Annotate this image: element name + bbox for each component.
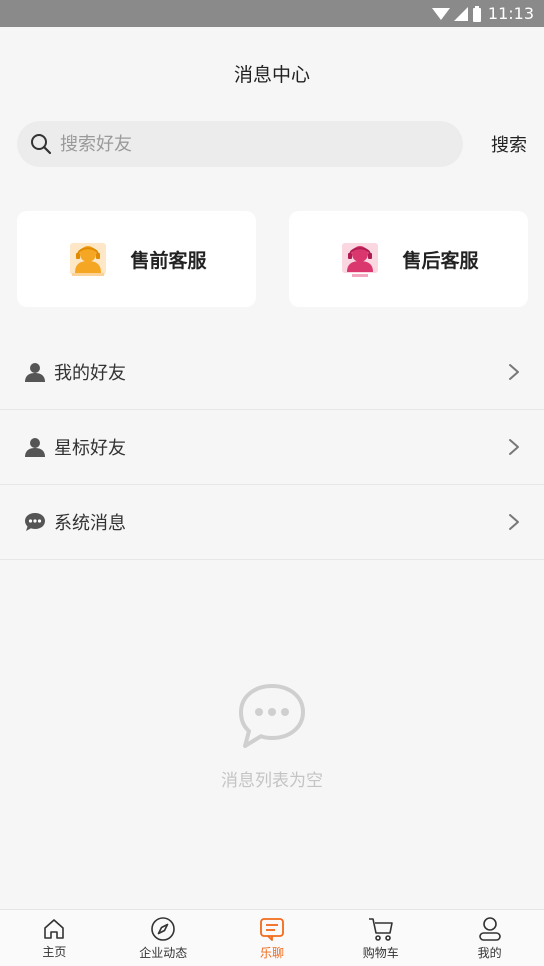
menu-item-system-messages[interactable]: 系统消息 <box>0 485 544 560</box>
search-button[interactable]: 搜索 <box>491 131 527 157</box>
bottom-tab-bar: 主页 企业动态 乐聊 购物车 我的 <box>0 909 544 966</box>
menu-item-my-friends[interactable]: 我的好友 <box>0 335 544 410</box>
tab-label: 企业动态 <box>139 945 188 960</box>
message-icon <box>260 917 284 941</box>
person-icon <box>24 361 46 383</box>
home-icon <box>44 918 65 939</box>
search-input[interactable] <box>60 133 440 155</box>
status-time: 11:13 <box>487 4 534 23</box>
pre-sales-service-label: 售前客服 <box>130 249 207 272</box>
service-cards: 售前客服 售后客服 <box>17 211 528 307</box>
header: 消息中心 <box>0 27 544 119</box>
page-title: 消息中心 <box>233 63 310 86</box>
after-sales-service-card[interactable]: 售后客服 <box>289 211 528 307</box>
battery-icon <box>472 5 481 22</box>
cart-icon <box>368 917 393 941</box>
tab-label: 我的 <box>477 945 502 960</box>
search-row: 搜索 <box>17 121 527 167</box>
search-icon <box>31 134 52 155</box>
menu-item-label: 星标好友 <box>54 438 126 459</box>
status-icons <box>431 5 482 22</box>
chat-bubble-icon <box>24 511 46 533</box>
wifi-icon <box>431 7 450 20</box>
chevron-right-icon <box>509 364 519 380</box>
menu-item-label: 系统消息 <box>54 513 126 534</box>
tab-cart[interactable]: 购物车 <box>326 910 435 966</box>
menu-item-starred-friends[interactable]: 星标好友 <box>0 410 544 485</box>
after-sales-service-label: 售后客服 <box>402 249 479 272</box>
tab-enterprise-news[interactable]: 企业动态 <box>109 910 218 966</box>
customer-service-pink-icon <box>342 243 379 277</box>
person-icon <box>24 436 46 458</box>
tab-home[interactable]: 主页 <box>0 910 109 966</box>
menu-item-label: 我的好友 <box>54 363 126 384</box>
empty-state: 消息列表为空 <box>0 682 544 791</box>
tab-label: 乐聊 <box>259 945 284 960</box>
signal-icon <box>453 6 468 21</box>
menu-list: 我的好友 星标好友 系统消息 <box>0 335 544 560</box>
empty-state-text: 消息列表为空 <box>221 771 323 791</box>
pre-sales-service-card[interactable]: 售前客服 <box>17 211 256 307</box>
compass-icon <box>151 916 175 941</box>
search-box[interactable] <box>17 121 463 167</box>
tab-chat[interactable]: 乐聊 <box>218 910 327 966</box>
chat-bubble-outline-icon <box>239 684 305 748</box>
chevron-right-icon <box>509 439 519 455</box>
customer-service-orange-icon <box>70 243 107 276</box>
tab-label: 购物车 <box>362 945 399 960</box>
user-icon <box>478 916 501 941</box>
status-bar: 11:13 <box>0 0 544 27</box>
tab-label: 主页 <box>42 944 67 959</box>
chevron-right-icon <box>509 514 519 530</box>
tab-mine[interactable]: 我的 <box>435 910 544 966</box>
